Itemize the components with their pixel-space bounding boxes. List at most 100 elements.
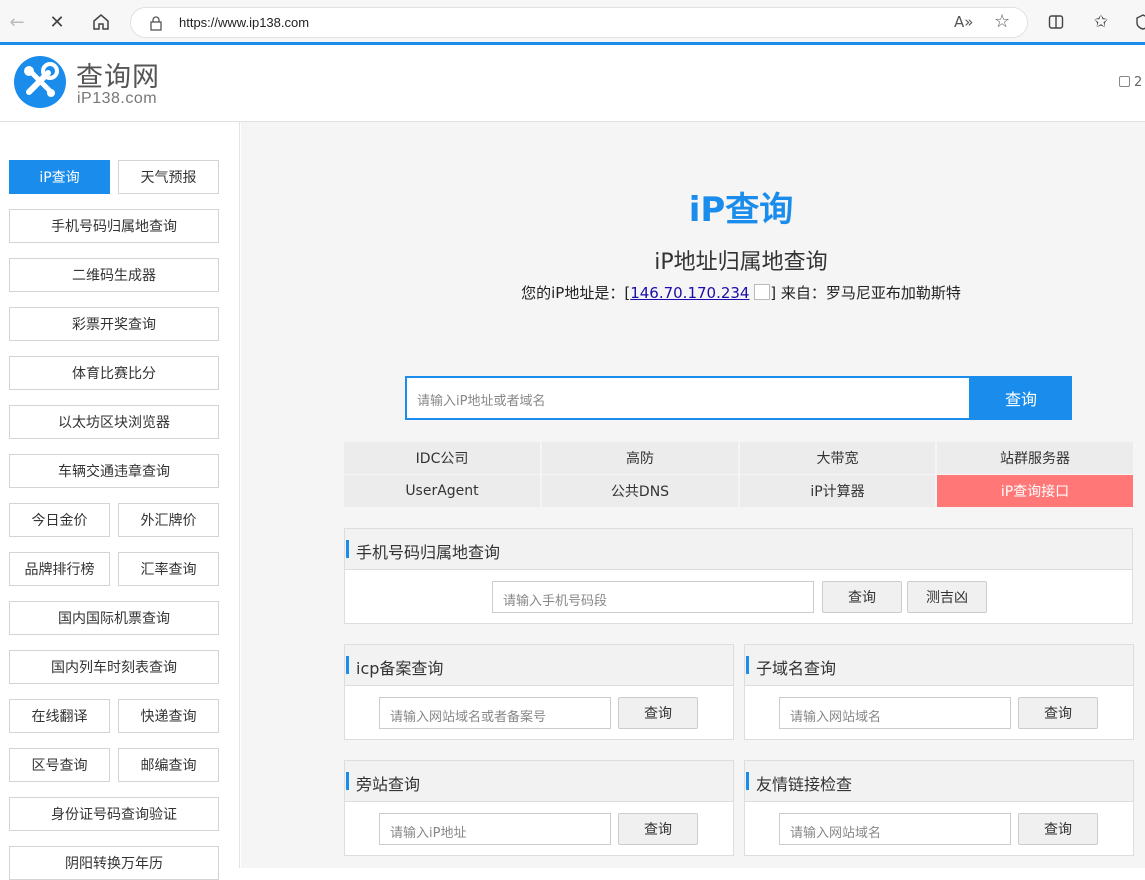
panel-accent-bar [346,656,349,674]
grid-link-site-group[interactable]: 站群服务器 [937,442,1133,474]
grid-link-bandwidth[interactable]: 大带宽 [740,442,935,474]
subdomain-query-button[interactable]: 查询 [1018,697,1098,729]
service-link-grid: IDC公司 高防 大带宽 站群服务器 UserAgent 公共DNS iP计算器… [344,442,1133,507]
sidebar-item-area-code[interactable]: 区号查询 [9,748,110,782]
grid-link-ip-api[interactable]: iP查询接口 [937,475,1133,507]
browser-toolbar: ← ✕ https://www.ip138.com A» ☆ ✩ [0,0,1145,43]
panel-title: icp备案查询 [356,659,444,678]
sidebar-item-label: 阴阳转换万年历 [65,856,163,872]
sidebar-item-sports[interactable]: 体育比赛比分 [9,356,219,390]
panel-title: 子域名查询 [756,659,837,678]
panel-title: 友情链接检查 [756,775,853,794]
icp-input-placeholder: 请输入网站域名或者备案号 [390,710,547,725]
sidebar-item-ip-query[interactable]: iP查询 [9,160,110,194]
sidebar-item-label: 区号查询 [31,758,88,774]
ip-address-link[interactable]: 146.70.170.234 [630,284,749,302]
broken-image-icon [754,284,771,300]
sidebar-item-calendar[interactable]: 阴阳转换万年历 [9,846,219,880]
sidebar-item-flights[interactable]: 国内国际机票查询 [9,601,219,635]
sidebar-item-lottery[interactable]: 彩票开奖查询 [9,307,219,341]
sidebar-item-forex[interactable]: 外汇牌价 [118,503,219,537]
sidebar-item-trains[interactable]: 国内列车时刻表查询 [9,650,219,684]
side-site-query-button[interactable]: 查询 [618,813,698,845]
panel-accent-bar [346,772,349,790]
side-site-input[interactable]: 请输入iP地址 [379,813,611,845]
split-screen-icon[interactable] [1041,7,1071,37]
sidebar-item-label: 快递查询 [140,709,197,725]
icp-query-button[interactable]: 查询 [618,697,698,729]
page-title: iP查询 [688,190,794,230]
your-ip-line: 您的iP地址是：[146.70.170.234 ] 来自：罗马尼亚布加勒斯特 [241,282,1145,303]
phone-fortune-button[interactable]: 测吉凶 [907,581,987,613]
favorites-icon[interactable]: ✩ [1086,7,1116,37]
phone-input[interactable]: 请输入手机号码段 [492,581,814,613]
sidebar-item-gold-price[interactable]: 今日金价 [9,503,110,537]
panel-header: icp备案查询 [345,645,733,686]
browser-essentials-icon[interactable] [1128,7,1145,37]
sidebar-item-express[interactable]: 快递查询 [118,699,219,733]
panel-title: 旁站查询 [356,775,421,794]
address-bar[interactable]: https://www.ip138.com A» ☆ [130,7,1028,38]
logo-tools-icon[interactable] [14,56,66,108]
ip-search-input[interactable]: 请输入iP地址或者域名 [405,376,971,420]
icp-input[interactable]: 请输入网站域名或者备案号 [379,697,611,729]
grid-link-ip-calculator[interactable]: iP计算器 [740,475,935,507]
sidebar-item-ethereum[interactable]: 以太坊区块浏览器 [9,405,219,439]
sidebar-item-label: 彩票开奖查询 [72,317,156,333]
subdomain-query-panel: 子域名查询 请输入网站域名 查询 [744,644,1134,740]
sidebar-item-phone-location[interactable]: 手机号码归属地查询 [9,209,219,243]
sidebar-item-label: iP查询 [39,170,80,186]
back-icon[interactable]: ← [2,7,32,37]
sidebar-item-label: 车辆交通违章查询 [58,464,170,480]
sidebar-item-exchange-rate[interactable]: 汇率查询 [118,552,219,586]
site-header: 查询网 iP138.com 2 [0,45,1145,122]
subdomain-input-placeholder: 请输入网站域名 [790,710,882,725]
sidebar-item-label: 天气预报 [140,170,197,186]
panel-header: 子域名查询 [745,645,1133,686]
panel-accent-bar [746,656,749,674]
sidebar-item-label: 国内列车时刻表查询 [51,660,177,676]
sidebar-item-postcode[interactable]: 邮编查询 [118,748,219,782]
sidebar-item-label: 邮编查询 [140,758,197,774]
sidebar-item-id-card[interactable]: 身份证号码查询验证 [9,797,219,831]
sidebar-item-label: 国内国际机票查询 [58,611,170,627]
grid-link-idc[interactable]: IDC公司 [344,442,540,474]
ip-search-placeholder: 请输入iP地址或者域名 [417,394,546,409]
sidebar-nav: iP查询 天气预报 手机号码归属地查询 二维码生成器 彩票开奖查询 体育比赛比分… [0,122,240,880]
home-icon[interactable] [86,7,116,37]
sidebar-item-translate[interactable]: 在线翻译 [9,699,110,733]
side-site-query-panel: 旁站查询 请输入iP地址 查询 [344,760,734,856]
favorite-star-icon[interactable]: ☆ [994,11,1010,32]
sidebar-item-traffic[interactable]: 车辆交通违章查询 [9,454,219,488]
logo-subtitle[interactable]: iP138.com [77,90,157,108]
friend-link-check-panel: 友情链接检查 请输入网站域名 查询 [744,760,1134,856]
friend-link-input[interactable]: 请输入网站域名 [779,813,1011,845]
friend-link-query-button[interactable]: 查询 [1018,813,1098,845]
url-text: https://www.ip138.com [179,15,310,30]
ip-prefix-text: 您的iP地址是：[ [521,284,631,302]
grid-link-public-dns[interactable]: 公共DNS [542,475,738,507]
sidebar-item-label: 手机号码归属地查询 [51,219,177,235]
read-aloud-icon[interactable]: A» [954,13,973,31]
stop-loading-icon[interactable]: ✕ [42,7,72,37]
friend-link-input-placeholder: 请输入网站域名 [790,826,882,841]
phone-query-panel: 手机号码归属地查询 请输入手机号码段 查询 测吉凶 [344,528,1133,624]
sidebar-item-label: 二维码生成器 [72,268,156,284]
sidebar-item-label: 身份证号码查询验证 [51,807,177,823]
sidebar-item-label: 外汇牌价 [140,513,197,529]
phone-query-button[interactable]: 查询 [822,581,902,613]
header-date: 2 [1119,75,1142,90]
grid-link-useragent[interactable]: UserAgent [344,475,540,507]
icp-query-panel: icp备案查询 请输入网站域名或者备案号 查询 [344,644,734,740]
grid-link-ddos[interactable]: 高防 [542,442,738,474]
sidebar-item-qrcode[interactable]: 二维码生成器 [9,258,219,292]
sidebar-item-label: 在线翻译 [31,709,88,725]
subdomain-input[interactable]: 请输入网站域名 [779,697,1011,729]
sidebar-item-weather[interactable]: 天气预报 [118,160,219,194]
lock-icon[interactable] [149,16,163,31]
sidebar-item-label: 今日金价 [31,513,88,529]
logo-title[interactable]: 查询网 [76,55,160,94]
ip-search-button[interactable]: 查询 [970,376,1072,420]
sidebar-item-label: 品牌排行榜 [24,562,95,578]
sidebar-item-brand-rank[interactable]: 品牌排行榜 [9,552,110,586]
